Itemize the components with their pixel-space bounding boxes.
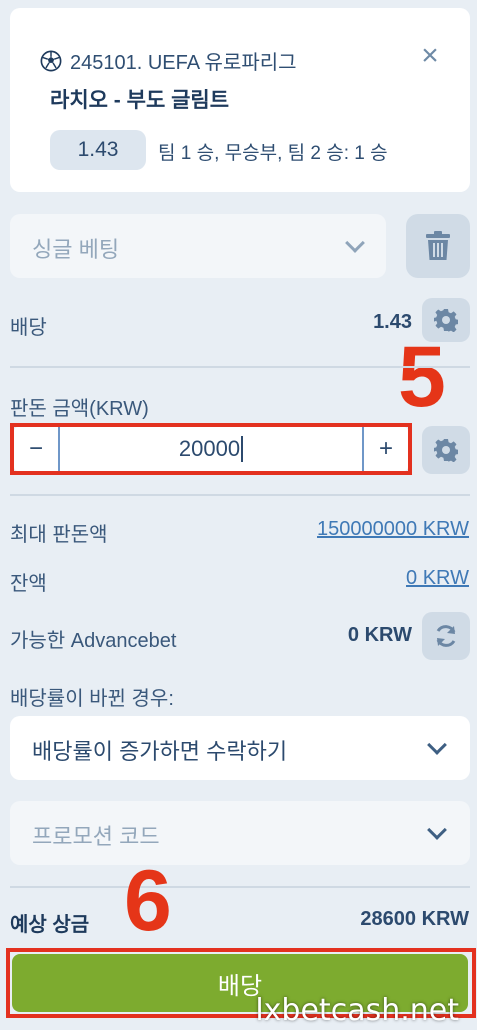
refresh-icon: [436, 625, 456, 647]
gear-icon: [434, 439, 458, 462]
close-icon[interactable]: ×: [418, 41, 442, 71]
odds-change-select[interactable]: 배당률이 증가하면 수락하기: [10, 716, 470, 780]
potential-winnings-value: 28600 KRW: [360, 908, 469, 930]
stake-plus-button[interactable]: +: [364, 427, 408, 471]
max-stake-label: 최대 판돈액: [10, 524, 108, 546]
watermark: lxbetcash.net: [255, 993, 459, 1028]
trash-icon: [426, 231, 450, 260]
bet-type-label: 싱글 베팅: [32, 237, 120, 262]
bet-type-select[interactable]: 싱글 베팅: [10, 214, 386, 278]
coefficient-label: 배당: [10, 317, 47, 339]
chevron-down-icon: [427, 735, 447, 755]
refresh-advancebet-button[interactable]: [422, 612, 470, 660]
soccer-ball-icon: [40, 50, 62, 71]
selected-event-card: 245101. UEFA 유로파리그 × 라치오 - 부도 글림트 1.43 팀…: [10, 8, 470, 192]
stake-stepper: − 20000 +: [14, 427, 408, 471]
chevron-down-icon: [427, 820, 447, 840]
stake-input[interactable]: 20000: [58, 427, 364, 471]
clear-slip-button[interactable]: [406, 214, 470, 278]
event-market-label: 팀 1 승, 무승부, 팀 2 승: 1 승: [158, 143, 388, 164]
stake-settings-button[interactable]: [422, 426, 470, 474]
text-cursor: [241, 436, 244, 462]
stake-input-value: 20000: [178, 436, 241, 461]
balance-link[interactable]: 0 KRW: [406, 567, 469, 590]
event-league-label: 245101. UEFA 유로파리그: [70, 52, 297, 74]
potential-winnings-label: 예상 상금: [10, 914, 90, 936]
odds-change-selected: 배당률이 증가하면 수락하기: [32, 739, 288, 764]
stake-minus-button[interactable]: −: [14, 427, 58, 471]
divider: [10, 886, 470, 888]
chevron-down-icon: [345, 233, 365, 253]
divider: [10, 366, 470, 368]
divider: [10, 494, 470, 496]
promo-code-field[interactable]: 프로모션 코드: [10, 801, 470, 865]
advancebet-label: 가능한 Advancebet: [10, 630, 177, 652]
step-5-annotation: 5: [398, 329, 446, 425]
event-teams: 라치오 - 부도 글림트: [50, 89, 230, 112]
event-match-line: 245101. UEFA 유로파리그: [40, 46, 297, 75]
odds-change-label: 배당률이 바뀐 경우:: [10, 688, 174, 710]
balance-label: 잔액: [10, 573, 47, 595]
step-6-annotation: 6: [124, 853, 172, 949]
stake-label: 판돈 금액(KRW): [10, 398, 149, 420]
max-stake-link[interactable]: 150000000 KRW: [317, 518, 469, 541]
event-odds-badge: 1.43: [50, 130, 146, 170]
promo-code-placeholder: 프로모션 코드: [32, 824, 160, 849]
advancebet-value: 0 KRW: [347, 624, 412, 646]
